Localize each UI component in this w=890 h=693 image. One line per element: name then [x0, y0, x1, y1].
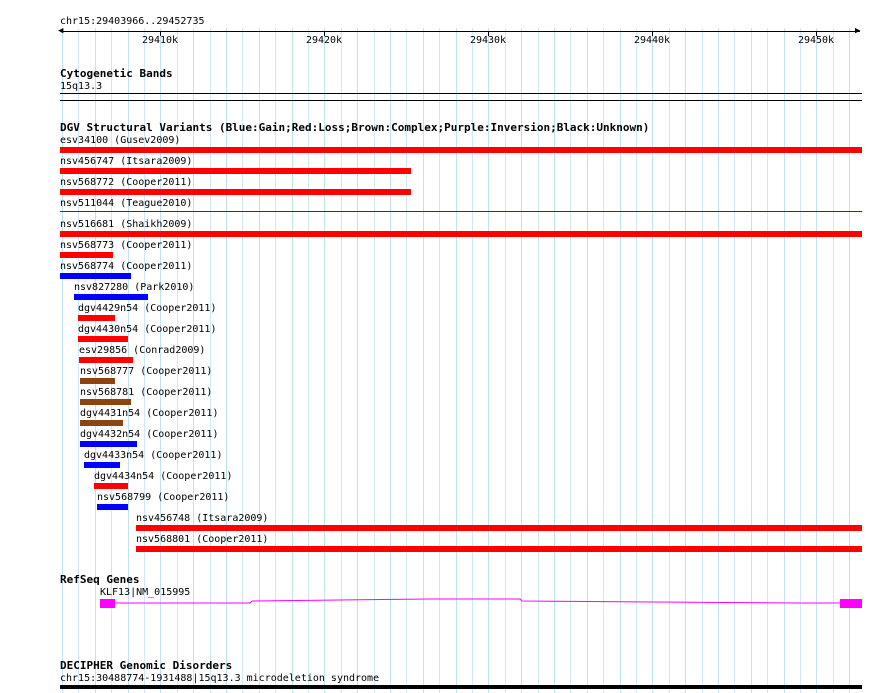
decipher-label[interactable]: chr15:30488774-1931488|15q13.3 microdele… — [60, 673, 379, 684]
genome-browser-view: chr15:29403966..29452735 ◀ ▶ 29410k 2942… — [0, 0, 890, 693]
decipher-track-title[interactable]: DECIPHER Genomic Disorders — [60, 660, 232, 672]
refseq-gene-model[interactable] — [0, 0, 890, 693]
decipher-bar[interactable] — [60, 685, 862, 689]
